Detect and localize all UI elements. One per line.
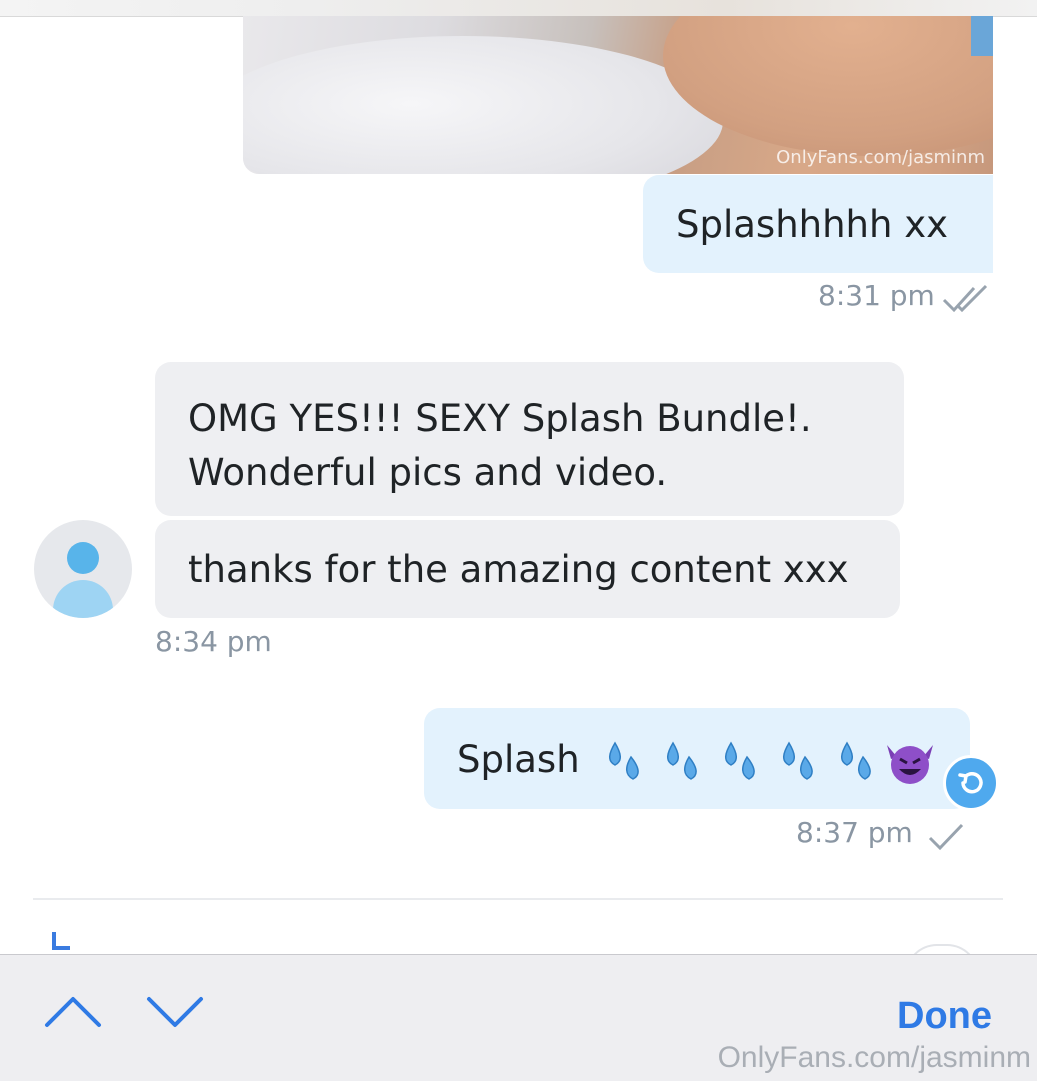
message-text: Splash — [457, 738, 580, 781]
top-edge — [0, 0, 1037, 17]
composer-divider — [33, 898, 1003, 900]
message-text: Splashhhhh xx — [676, 203, 949, 246]
photo-blue-fabric — [971, 16, 993, 56]
check-icon — [928, 823, 964, 851]
composer-cursor — [52, 932, 70, 950]
message-bubble-received[interactable]: OMG YES!!! SEXY Splash Bundle!. Wonderfu… — [155, 362, 904, 516]
message-bubble-sent[interactable]: Splash — [424, 708, 970, 809]
keyboard-accessory-toolbar: Done OnlyFans.com/jasminm — [0, 954, 1037, 1081]
avatar[interactable] — [34, 520, 132, 618]
message-timestamp: 8:37 pm — [796, 816, 913, 849]
message-bubble-sent[interactable]: Splashhhhh xx — [643, 175, 993, 273]
avatar-body — [53, 580, 113, 618]
message-bubble-received[interactable]: thanks for the amazing content xxx — [155, 520, 900, 618]
message-text: OMG YES!!! SEXY Splash Bundle!. Wonderfu… — [188, 397, 812, 494]
done-button[interactable]: Done — [897, 995, 992, 1038]
double-check-icon — [942, 284, 988, 313]
message-text: thanks for the amazing content xxx — [188, 548, 849, 591]
message-timestamp: 8:31 pm — [818, 279, 935, 312]
image-watermark: OnlyFans.com/jasminm — [776, 147, 985, 168]
avatar-head — [67, 542, 99, 574]
smiling-devil-icon — [887, 744, 934, 784]
message-timestamp: 8:34 pm — [155, 625, 272, 658]
pillow-shape — [243, 36, 723, 174]
chevron-down-icon[interactable] — [145, 991, 205, 1031]
undo-icon[interactable] — [943, 755, 999, 811]
sweat-droplets-icon — [609, 741, 934, 784]
emoji-sequence — [605, 737, 935, 787]
footer-watermark: OnlyFans.com/jasminm — [717, 1041, 1031, 1074]
media-image[interactable]: OnlyFans.com/jasminm — [243, 16, 993, 174]
chevron-up-icon[interactable] — [43, 991, 103, 1031]
